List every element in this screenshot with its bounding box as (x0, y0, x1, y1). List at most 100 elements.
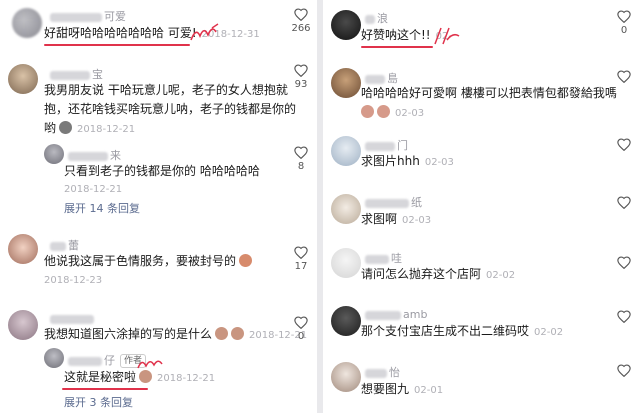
comment-text: 他说我这属于色情服务，要被封号的 (44, 252, 253, 271)
left-comment-panel: 可爱 好甜呀哈哈哈哈哈哈哈 可爱! 2018-12-31 266 宝 我男朋友说 … (0, 0, 317, 413)
expand-replies-link[interactable]: 展开 3 条回复 (64, 394, 133, 410)
comment-item: 宝 我男朋友说 干哈玩意儿呢，老子的女人想抱就 抱，还花啥钱买啥玩意儿呐，老子的… (0, 58, 317, 218)
avatar[interactable] (331, 136, 361, 166)
avatar[interactable] (12, 8, 42, 38)
scribble-mark (137, 360, 163, 369)
like-button[interactable]: 0 (288, 316, 314, 342)
avatar[interactable] (331, 362, 361, 392)
heart-icon (294, 246, 308, 259)
reply-username[interactable]: 来 (68, 147, 121, 163)
expand-replies-link[interactable]: 展开 14 条回复 (64, 200, 140, 216)
reply-date: 2018-12-21 (64, 184, 123, 195)
comment-username[interactable] (50, 312, 96, 325)
comment-text: 请问怎么抛弃这个店阿 02-02 (361, 267, 516, 281)
comment-meta-line: 02-03 (361, 103, 424, 123)
comment-date: 02-02 (534, 327, 564, 338)
comment-item: 哇 请问怎么抛弃这个店阿 02-02 (323, 244, 640, 294)
comment-date: 02-02 (486, 270, 516, 281)
like-button[interactable]: 8 (288, 146, 314, 172)
avatar[interactable] (331, 10, 361, 40)
comment-username[interactable]: 宝 (50, 66, 103, 82)
comment-username[interactable]: 哇 (365, 250, 402, 266)
like-button[interactable] (611, 310, 637, 323)
comment-item: 怡 想要图九 02-01 (323, 358, 640, 413)
heart-icon (294, 8, 308, 21)
heart-icon (294, 64, 308, 77)
comment-date: 02-03 (424, 157, 454, 168)
comment-text: 那个支付宝店生成不出二维码哎 02-02 (361, 324, 564, 338)
right-comment-panel: 浪 好赞呐这个!! 02- 0 島 哈哈哈哈好可愛啊 樓樓可以把表情包都發給我嗎 … (323, 0, 640, 413)
comment-item: 我想知道图六涂掉的写的是什么 2018-12-21 0 仔作者 这就是秘密啦 201… (0, 306, 317, 413)
comment-date: 2018-12-23 (44, 275, 103, 286)
comment-item: 浪 好赞呐这个!! 02- 0 (323, 0, 640, 54)
heart-icon (617, 10, 631, 23)
like-button[interactable] (611, 256, 637, 269)
highlight-underline (361, 46, 433, 48)
emoji-icon (361, 105, 374, 118)
reply-username[interactable]: 仔作者 (68, 352, 147, 368)
like-count: 266 (291, 23, 311, 34)
comment-username[interactable]: 可爱 (50, 8, 126, 24)
comment-username[interactable]: 蕾 (50, 237, 79, 253)
comment-username[interactable]: 纸 (365, 194, 422, 210)
like-button[interactable] (611, 70, 637, 83)
avatar[interactable] (331, 306, 361, 336)
comment-text: 求图片hhh 02-03 (361, 154, 454, 168)
like-button[interactable] (611, 138, 637, 151)
like-count: 93 (294, 79, 308, 90)
highlight-underline (44, 44, 190, 46)
comment-item: 島 哈哈哈哈好可愛啊 樓樓可以把表情包都發給我嗎 02-03 (323, 64, 640, 120)
heart-icon (617, 138, 631, 151)
emoji-icon (59, 121, 73, 134)
like-button[interactable]: 0 (611, 10, 637, 36)
emoji-icon (239, 254, 253, 267)
comment-item: 可爱 好甜呀哈哈哈哈哈哈哈 可爱! 2018-12-31 266 (0, 0, 317, 50)
like-button[interactable] (611, 364, 637, 377)
comment-text: 哈哈哈哈好可愛啊 樓樓可以把表情包都發給我嗎 (361, 86, 617, 100)
reply-avatar[interactable] (44, 144, 64, 164)
avatar[interactable] (8, 234, 38, 264)
comment-username[interactable]: 浪 (365, 10, 388, 26)
emoji-icon (231, 327, 245, 340)
comment-date: 2018-12-21 (77, 124, 136, 135)
comment-text-line: 哟 2018-12-21 (44, 121, 136, 135)
avatar[interactable] (331, 248, 361, 278)
reply-date: 2018-12-21 (157, 373, 216, 384)
heart-icon (617, 256, 631, 269)
avatar[interactable] (8, 310, 38, 340)
like-button[interactable]: 266 (288, 8, 314, 34)
reply-avatar[interactable] (44, 348, 64, 368)
comment-item: 蕾 他说我这属于色情服务，要被封号的 2018-12-23 17 (0, 230, 317, 290)
heart-icon (617, 70, 631, 83)
avatar[interactable] (331, 194, 361, 224)
comment-username[interactable]: 怡 (365, 364, 400, 380)
like-button[interactable]: 93 (288, 64, 314, 90)
like-count: 17 (294, 261, 308, 272)
like-button[interactable]: 17 (288, 246, 314, 272)
comment-item: amb 那个支付宝店生成不出二维码哎 02-02 (323, 302, 640, 352)
comment-text: 好甜呀哈哈哈哈哈哈哈 可爱! 2018-12-31 (44, 26, 260, 40)
like-button[interactable] (611, 196, 637, 209)
avatar[interactable] (8, 64, 38, 94)
comment-username[interactable]: amb (365, 308, 427, 321)
heart-icon (617, 196, 631, 209)
scribble-mark (434, 27, 460, 45)
comment-text-line: 我男朋友说 干哈玩意儿呢，老子的女人想抱就 (44, 83, 288, 97)
comment-item: 纸 求图啊 02-03 (323, 188, 640, 236)
comment-text: 求图啊 02-03 (361, 212, 432, 226)
comment-date: 02-03 (395, 108, 425, 119)
like-count: 8 (297, 161, 305, 172)
scribble-mark (190, 23, 219, 41)
heart-icon (617, 364, 631, 377)
comment-username[interactable]: 门 (365, 137, 408, 153)
comment-item: 门 求图片hhh 02-03 (323, 130, 640, 176)
comment-text-line: 抱，还花啥钱买啥玩意儿呐，老子的钱都是你的 (44, 102, 297, 116)
avatar[interactable] (331, 68, 361, 98)
heart-icon (294, 316, 308, 329)
heart-icon (617, 310, 631, 323)
emoji-icon (377, 105, 390, 118)
reply-text: 只看到老子的钱都是你的 哈哈哈哈哈 (64, 164, 260, 178)
like-count: 0 (620, 25, 628, 36)
like-count: 0 (297, 331, 305, 342)
comment-date: 02-03 (402, 215, 432, 226)
